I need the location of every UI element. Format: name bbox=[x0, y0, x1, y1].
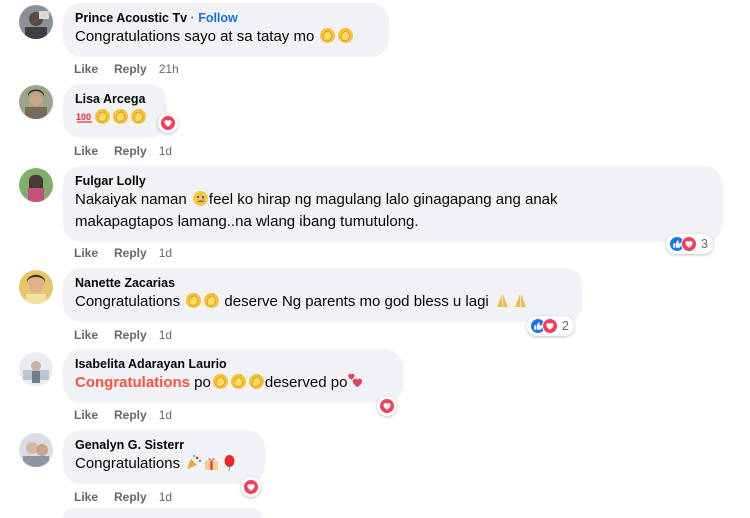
author-name[interactable]: Lisa Arcega bbox=[75, 91, 155, 107]
gift-emoji-icon bbox=[205, 458, 219, 470]
author-name[interactable]: Genalyn G. Sisterr bbox=[75, 437, 253, 453]
clap-emoji-icon bbox=[94, 108, 111, 125]
comment-text: Congratulations sayo at sa tatay mo bbox=[75, 26, 377, 48]
reply-button[interactable]: Reply bbox=[114, 328, 147, 342]
like-button[interactable]: Like bbox=[74, 328, 98, 342]
author-name[interactable]: Isabelita Adarayan Laurio bbox=[75, 356, 391, 372]
comment-text: Congratulations deserve Ng parents mo go… bbox=[75, 291, 571, 313]
highlighted-text: Congratulations bbox=[75, 374, 190, 391]
timestamp[interactable]: 1d bbox=[159, 246, 172, 260]
reply-button[interactable]: Reply bbox=[114, 246, 147, 260]
comment-actions: Like Reply 1d bbox=[74, 490, 188, 504]
reaction-badge[interactable] bbox=[377, 396, 397, 416]
clap-emoji-icon bbox=[185, 292, 202, 309]
avatar[interactable] bbox=[19, 270, 53, 304]
timestamp[interactable]: 1d bbox=[159, 408, 172, 422]
avatar[interactable] bbox=[19, 5, 53, 39]
follow-separator: · bbox=[187, 11, 199, 25]
love-reaction-icon bbox=[681, 236, 697, 252]
follow-link[interactable]: Follow bbox=[198, 11, 238, 25]
comment-bubble: Lisa Arcega 100 bbox=[63, 84, 167, 138]
author-name[interactable]: Fulgar Lolly bbox=[75, 173, 711, 189]
reaction-count: 2 bbox=[562, 319, 569, 333]
svg-text:100: 100 bbox=[76, 112, 91, 122]
comment-bubble: Prince Acoustic Tv · Follow Congratulati… bbox=[63, 3, 389, 57]
clap-emoji-icon bbox=[203, 292, 220, 309]
comment-actions: Like Reply 1d bbox=[74, 328, 188, 342]
like-button[interactable]: Like bbox=[74, 144, 98, 158]
reaction-badge[interactable]: 2 bbox=[527, 316, 574, 336]
reaction-badge[interactable]: 3 bbox=[666, 234, 713, 254]
comment-actions: Like Reply 1d bbox=[74, 246, 188, 260]
like-button[interactable]: Like bbox=[74, 246, 98, 260]
clap-emoji-icon bbox=[338, 27, 354, 44]
comment-text-line2: makapagtapos lamang..na wlang ibang tumu… bbox=[75, 213, 419, 230]
comment-actions: Like Reply 1d bbox=[74, 408, 188, 422]
balloon-emoji-icon bbox=[224, 455, 235, 471]
clap-emoji-icon bbox=[320, 27, 336, 44]
like-button[interactable]: Like bbox=[74, 62, 98, 76]
love-reaction-icon bbox=[379, 398, 395, 414]
comment-text: Nakaiyak naman feel ko hirap ng magulang… bbox=[75, 191, 558, 208]
love-reaction-icon bbox=[160, 115, 176, 131]
timestamp[interactable]: 1d bbox=[159, 144, 172, 158]
reaction-count: 3 bbox=[701, 237, 708, 251]
comment-actions: Like Reply 21h bbox=[74, 62, 195, 76]
timestamp[interactable]: 1d bbox=[159, 328, 172, 342]
comment-text: Congratulations po deserved po bbox=[75, 372, 391, 394]
avatar[interactable] bbox=[19, 85, 53, 119]
party-popper-emoji-icon bbox=[187, 455, 202, 469]
comment-bubble: Nanette Zacarias Congratulations deserve… bbox=[63, 268, 583, 322]
folded-hands-emoji-icon bbox=[496, 294, 508, 307]
avatar[interactable] bbox=[19, 168, 53, 202]
comment-text: Congratulations bbox=[75, 453, 253, 475]
clap-emoji-icon bbox=[230, 373, 247, 390]
hearts-emoji-icon bbox=[348, 373, 363, 388]
comment-text: 100 bbox=[75, 107, 155, 129]
clap-emoji-icon bbox=[130, 108, 147, 125]
reaction-badge[interactable] bbox=[241, 477, 261, 497]
crying-face-emoji-icon bbox=[192, 191, 208, 206]
reaction-badge[interactable] bbox=[158, 113, 178, 133]
reply-button[interactable]: Reply bbox=[114, 408, 147, 422]
love-reaction-icon bbox=[542, 318, 558, 334]
author-name[interactable]: Prince Acoustic Tv bbox=[75, 11, 187, 25]
like-button[interactable]: Like bbox=[74, 490, 98, 504]
love-reaction-icon bbox=[243, 479, 259, 495]
comment-actions: Like Reply 1d bbox=[74, 144, 188, 158]
comment-bubble: Isabelita Adarayan Laurio Congratulation… bbox=[63, 349, 403, 403]
next-comment-bubble-partial bbox=[63, 508, 263, 518]
reply-button[interactable]: Reply bbox=[114, 62, 147, 76]
clap-emoji-icon bbox=[212, 373, 229, 390]
timestamp[interactable]: 21h bbox=[159, 62, 179, 76]
comment-bubble: Genalyn G. Sisterr Congratulations bbox=[63, 430, 265, 484]
avatar[interactable] bbox=[19, 352, 53, 386]
comment-bubble: Fulgar Lolly Nakaiyak naman feel ko hira… bbox=[63, 166, 723, 242]
like-button[interactable]: Like bbox=[74, 408, 98, 422]
clap-emoji-icon bbox=[248, 373, 265, 390]
reply-button[interactable]: Reply bbox=[114, 490, 147, 504]
hundred-emoji-icon: 100 bbox=[76, 112, 92, 123]
reply-button[interactable]: Reply bbox=[114, 144, 147, 158]
clap-emoji-icon bbox=[112, 108, 129, 125]
author-name[interactable]: Nanette Zacarias bbox=[75, 275, 571, 291]
timestamp[interactable]: 1d bbox=[159, 490, 172, 504]
folded-hands-emoji-icon bbox=[514, 294, 526, 307]
avatar[interactable] bbox=[19, 433, 53, 467]
